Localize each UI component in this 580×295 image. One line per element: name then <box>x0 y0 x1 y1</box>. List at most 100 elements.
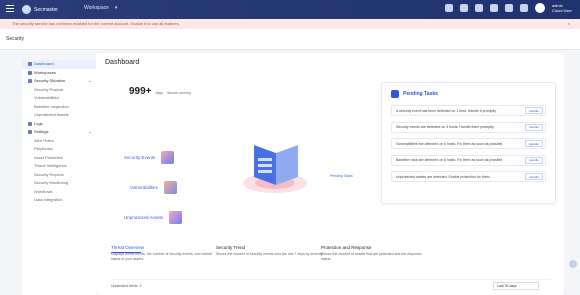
chevron-down-icon: ⌄ <box>88 129 92 134</box>
sidebar-item-label: Security Monitoring <box>34 180 69 185</box>
language-icon[interactable] <box>519 4 528 12</box>
help-icon[interactable] <box>474 4 483 12</box>
feature-security-events[interactable]: Security Events <box>124 151 175 164</box>
sidebar-item-icon <box>28 121 32 126</box>
time-range-value: Last 30 days <box>497 284 517 288</box>
feature-label: Vulnerabilities <box>130 185 158 190</box>
sidebar-item[interactable]: Vulnerabilities <box>22 94 96 103</box>
sidebar-item-label: Workflows <box>34 188 53 194</box>
kpi-secure-days: 999+ days Secure running <box>129 86 191 97</box>
feature-label: Unprotected Assets <box>124 215 164 220</box>
pending-task-item: A security event has been detected on 1 … <box>391 105 546 116</box>
search-icon[interactable] <box>459 4 468 12</box>
user-menu[interactable]: admin Cloud User <box>552 3 572 13</box>
sidebar-item-label: Security Reports <box>34 171 64 177</box>
task-handle-button[interactable]: Handle <box>525 123 543 131</box>
menu-icon[interactable] <box>6 5 14 13</box>
sidebar-item[interactable]: Threat Intelligence <box>22 162 96 171</box>
kpi-value: 999+ <box>129 86 152 97</box>
sidebar-item[interactable]: Data Integration <box>22 196 96 205</box>
time-range-select[interactable]: Last 30 days <box>493 282 539 290</box>
task-text: A security event has been detected on 1 … <box>396 108 497 113</box>
sidebar-item[interactable]: Baseline Inspection <box>22 103 96 112</box>
server-slot <box>258 158 272 161</box>
alert-text: The security service has not been enable… <box>12 21 180 26</box>
breadcrumb-item[interactable]: Security <box>6 36 24 42</box>
pending-task-item: Security events are detected on 3 hosts.… <box>391 121 546 133</box>
tab-title: Protection and Response <box>321 245 372 250</box>
sidebar-item[interactable]: Settings ⌄ <box>22 128 96 137</box>
sidebar-item[interactable]: Logs <box>22 120 96 129</box>
product-logo[interactable]: Secmaster <box>22 5 58 14</box>
sidebar-item-icon <box>28 62 32 67</box>
feature-label: Security Events <box>124 155 156 160</box>
tab-title: Security Trend <box>216 245 246 250</box>
task-handle-button[interactable]: Handle <box>525 107 543 114</box>
server-slot <box>258 170 272 173</box>
alert-banner: The security service has not been enable… <box>0 19 580 29</box>
vulnerabilities-icon <box>163 181 177 194</box>
tab-protection-response[interactable]: Protection and Response Shows the number… <box>321 245 431 261</box>
sidebar-item-label: Vulnerabilities <box>34 95 59 100</box>
tab-description: Displays threat trends, the number of se… <box>111 252 212 261</box>
sidebar-item[interactable]: Unprotected Assets <box>22 111 96 120</box>
sidebar-item[interactable]: Workspaces <box>22 69 96 78</box>
overview-tabs: Threat Overview Displays threat trends, … <box>96 245 564 275</box>
chevron-down-icon: ⌄ <box>88 78 92 83</box>
sidebar-item[interactable]: Alert Rules <box>22 137 96 146</box>
dashboard-panel: Dashboard 999+ days Secure running Secur… <box>96 53 564 295</box>
breadcrumb: Security <box>0 29 580 50</box>
tab-active-indicator <box>111 252 141 253</box>
pending-task-item: Vulnerabilities are detected on 5 hosts.… <box>391 138 546 149</box>
clipboard-icon <box>391 90 399 98</box>
sidebar-item[interactable]: Security Reports <box>22 171 96 180</box>
cloud-shell-icon[interactable] <box>444 4 453 12</box>
pending-tasks-link[interactable]: Pending Tasks <box>330 174 353 178</box>
tab-description: Shows the number of security events over… <box>216 252 324 256</box>
task-handle-button[interactable]: Handle <box>525 173 543 180</box>
server-slot <box>258 164 272 167</box>
floating-help-button[interactable] <box>569 260 577 268</box>
tab-description: Shows the number of assets that are prot… <box>321 252 422 261</box>
server-illustration <box>243 137 307 193</box>
notification-icon[interactable] <box>489 4 498 12</box>
feature-vulnerabilities[interactable]: Vulnerabilities <box>130 181 177 194</box>
task-handle-button[interactable]: Handle <box>525 156 543 164</box>
pending-task-item: Baseline risks are detected on 8 hosts. … <box>391 154 546 166</box>
feature-unprotected-assets[interactable]: Unprotected Assets <box>124 211 183 224</box>
close-icon[interactable]: × <box>568 19 570 29</box>
settings-icon[interactable] <box>504 4 513 12</box>
footer-label: Unhandled Alerts: 2 <box>111 283 142 288</box>
tab-threat-overview[interactable]: Threat Overview Displays threat trends, … <box>111 245 221 261</box>
user-subtitle: Cloud User <box>551 8 572 13</box>
sidebar-item-label: Workspaces <box>34 69 56 75</box>
sidebar-item[interactable]: Asset Protection <box>22 154 96 163</box>
sidebar-item-label: Dashboard <box>34 61 54 66</box>
task-text: Baseline risks are detected on 8 hosts. … <box>396 158 504 162</box>
workspace-selector[interactable]: Workspace ▾ <box>84 5 117 11</box>
sidebar-item-icon <box>28 70 32 75</box>
avatar[interactable] <box>534 3 545 13</box>
overview-footer: Unhandled Alerts: 2 Last 30 days <box>111 279 551 291</box>
page-title: Dashboard <box>105 59 140 66</box>
chevron-down-icon: ▾ <box>114 5 118 11</box>
sidebar-item[interactable]: Security Situation ⌄ <box>22 77 96 86</box>
sidebar-item-label: Baseline Inspection <box>34 103 69 109</box>
sidebar-item-label: Logs <box>34 120 43 126</box>
task-text: Security events are detected on 3 hosts.… <box>396 125 495 129</box>
tab-title: Threat Overview <box>111 245 145 250</box>
sidebar-item[interactable]: Workflows <box>22 188 96 197</box>
sidebar-item[interactable]: Dashboard <box>22 60 96 69</box>
task-handle-button[interactable]: Handle <box>525 140 543 147</box>
task-text: Unprotected assets are detected. Enable … <box>396 174 491 179</box>
sidebar-item[interactable]: Security Posture <box>22 86 96 95</box>
sidebar-item[interactable]: Security Monitoring <box>22 179 96 188</box>
sidebar-item-label: Asset Protection <box>34 154 64 160</box>
top-nav-bar: Secmaster Workspace ▾ admin Cloud User <box>0 0 580 19</box>
sidebar-item[interactable]: Playbooks <box>22 145 96 154</box>
sidebar-item-label: Security Posture <box>34 86 64 92</box>
workspace-selector-label: Workspace <box>84 5 109 11</box>
pending-task-item: Unprotected assets are detected. Enable … <box>391 171 546 182</box>
tab-security-trend[interactable]: Security Trend Shows the number of secur… <box>216 245 326 257</box>
pending-tasks-title: Pending Tasks <box>403 91 438 97</box>
